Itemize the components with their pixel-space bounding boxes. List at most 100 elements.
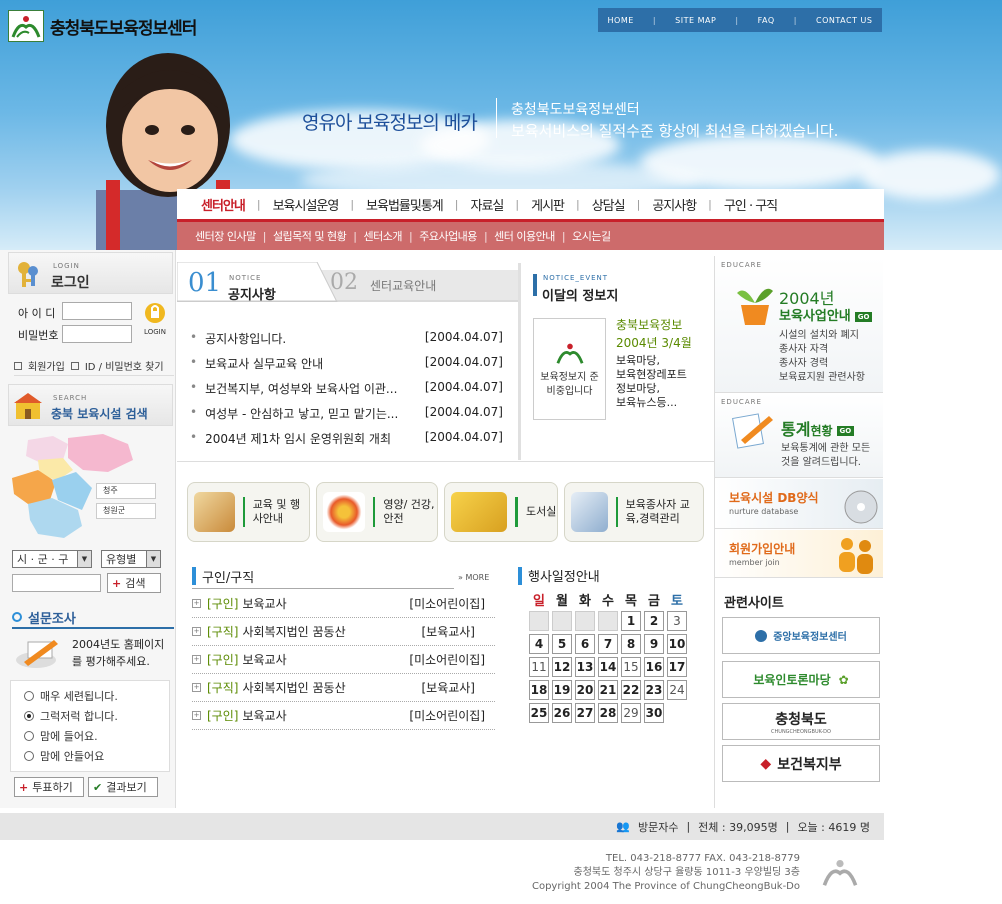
notice-item[interactable]: 보건복지부, 여성부와 보육사업 이관... [2004.04.07] xyxy=(190,380,503,397)
main-nav-center[interactable]: 센터안내 xyxy=(177,195,257,214)
search-button[interactable]: + 검색 xyxy=(107,573,161,593)
calendar-day[interactable]: 28 xyxy=(598,703,618,723)
calendar-day[interactable]: 24 xyxy=(667,680,687,700)
magazine-title[interactable]: 충북보육정보 xyxy=(616,316,682,334)
magazine-thumb[interactable]: 보육정보지 준비중입니다 xyxy=(533,318,606,420)
join-link[interactable]: 회원가입 xyxy=(28,358,65,373)
sub-nav-business[interactable]: 주요사업내용 xyxy=(419,228,477,244)
calendar-day[interactable]: 11 xyxy=(529,657,549,677)
survey-option-4[interactable]: 맘에 안들어요 xyxy=(24,748,104,764)
main-nav-library[interactable]: 자료실 xyxy=(459,195,516,214)
job-item[interactable]: + [구직] 사회복지법인 꿈동산 [보육교사] xyxy=(192,618,495,646)
job-item[interactable]: + [구인] 보육교사 [미소어린이집] xyxy=(192,590,495,618)
calendar-day[interactable]: 5 xyxy=(552,634,572,654)
member-join-box[interactable]: 회원가입안내 member join xyxy=(715,530,883,578)
calendar-day[interactable]: 10 xyxy=(667,634,687,654)
category-career[interactable]: 보육종사자 교육,경력관리 xyxy=(564,482,704,542)
db-sub: nurture database xyxy=(729,507,799,516)
calendar-day[interactable]: 13 xyxy=(575,657,595,677)
site-welfare-ministry[interactable]: ◆ 보건복지부 xyxy=(722,745,880,782)
site-central-center[interactable]: 중앙보육정보센터 xyxy=(722,617,880,654)
statistics-box[interactable]: EDUCARE 통계현황 GO 보육통계에 관한 모든 것을 알려드립니다. xyxy=(715,394,883,478)
sub-nav-directions[interactable]: 오시는길 xyxy=(572,228,611,244)
top-nav-sitemap[interactable]: SITE MAP xyxy=(675,16,716,25)
calendar-day[interactable]: 23 xyxy=(644,680,664,700)
calendar-day[interactable]: 9 xyxy=(644,634,664,654)
site-forum[interactable]: 보육인토론마당 ✿ xyxy=(722,661,880,698)
tab-notice[interactable]: 공지사항 xyxy=(228,284,276,303)
login-button[interactable]: LOGIN xyxy=(141,302,169,342)
notice-item[interactable]: 공지사항입니다. [2004.04.07] xyxy=(190,330,503,347)
calendar-day[interactable]: 25 xyxy=(529,703,549,723)
sub-nav-greeting[interactable]: 센터장 인사말 xyxy=(195,228,256,244)
survey-option-1[interactable]: 매우 세련됩니다. xyxy=(24,688,118,704)
find-id-link[interactable]: ID / 비밀번호 찾기 xyxy=(85,358,164,373)
calendar-day[interactable]: 20 xyxy=(575,680,595,700)
main-nav-counsel[interactable]: 상담실 xyxy=(580,195,637,214)
calendar-day[interactable]: 22 xyxy=(621,680,641,700)
calendar-day[interactable]: 15 xyxy=(621,657,641,677)
go-button[interactable]: GO xyxy=(854,311,873,322)
calendar-day[interactable]: 14 xyxy=(598,657,618,677)
type-select[interactable]: 유형별 ▼ xyxy=(101,550,161,568)
id-input[interactable] xyxy=(62,302,132,320)
result-button[interactable]: ✔ 결과보기 xyxy=(88,777,158,797)
calendar-day[interactable]: 7 xyxy=(598,634,618,654)
map-label-cheongwon[interactable]: 청원군 xyxy=(96,503,156,519)
calendar-day[interactable]: 12 xyxy=(552,657,572,677)
calendar-day[interactable]: 18 xyxy=(529,680,549,700)
sub-nav-purpose[interactable]: 설립목적 및 현황 xyxy=(273,228,347,244)
calendar-day[interactable]: 8 xyxy=(621,634,641,654)
category-education[interactable]: 교육 및 행사안내 xyxy=(187,482,310,542)
map-label-cheongju[interactable]: 청주 xyxy=(96,483,156,499)
top-nav-faq[interactable]: FAQ xyxy=(758,16,775,25)
sub-nav-guide[interactable]: 센터 이용안내 xyxy=(494,228,555,244)
calendar-day[interactable]: 3 xyxy=(667,611,687,631)
region-select[interactable]: 시 · 군 · 구 ▼ xyxy=(12,550,92,568)
calendar-day[interactable]: 17 xyxy=(667,657,687,677)
notice-date: [2004.04.07] xyxy=(424,380,503,394)
calendar-day[interactable]: 4 xyxy=(529,634,549,654)
calendar-day[interactable]: 2 xyxy=(644,611,664,631)
go-button[interactable]: GO xyxy=(836,425,855,436)
main-nav-board[interactable]: 게시판 xyxy=(519,195,576,214)
survey-option-2[interactable]: 그럭저럭 합니다. xyxy=(24,708,118,724)
db-form-box[interactable]: 보육시설 DB양식 nurture database xyxy=(715,479,883,529)
calendar-day[interactable]: 26 xyxy=(552,703,572,723)
notice-item[interactable]: 보육교사 실무교육 안내 [2004.04.07] xyxy=(190,355,503,372)
notice-item[interactable]: 여성부 - 안심하고 낳고, 믿고 맡기는... [2004.04.07] xyxy=(190,405,503,422)
sub-nav-intro[interactable]: 센터소개 xyxy=(364,228,403,244)
calendar-day[interactable]: 6 xyxy=(575,634,595,654)
site-chungbuk[interactable]: 충청북도 CHUNGCHEONGBUK-DO xyxy=(722,703,880,740)
main-nav-notice[interactable]: 공지사항 xyxy=(640,195,708,214)
calendar-day[interactable]: 16 xyxy=(644,657,664,677)
job-title: 사회복지법인 꿈동산 xyxy=(242,625,346,639)
calendar-day[interactable]: 27 xyxy=(575,703,595,723)
calendar-day[interactable]: 19 xyxy=(552,680,572,700)
main-nav-jobs[interactable]: 구인 · 구직 xyxy=(712,195,789,214)
category-nutrition[interactable]: 영양/ 건강,안전 xyxy=(316,482,438,542)
vote-button[interactable]: + 투표하기 xyxy=(14,777,84,797)
jobs-more-link[interactable]: » MORE xyxy=(458,573,489,582)
main-nav-facility[interactable]: 보육시설운영 xyxy=(261,195,351,214)
job-item[interactable]: + [구인] 보육교사 [미소어린이집] xyxy=(192,702,495,730)
job-item[interactable]: + [구직] 사회복지법인 꿈동산 [보육교사] xyxy=(192,674,495,702)
password-input[interactable] xyxy=(62,325,132,343)
top-nav-contact[interactable]: CONTACT US xyxy=(816,16,872,25)
top-nav-home[interactable]: HOME xyxy=(608,16,634,25)
calendar-day[interactable]: 29 xyxy=(621,703,641,723)
cd-icon xyxy=(844,490,878,524)
tab-education[interactable]: 센터교육안내 xyxy=(370,277,436,294)
job-item[interactable]: + [구인] 보육교사 [미소어린이집] xyxy=(192,646,495,674)
category-library[interactable]: 도서실 xyxy=(444,482,558,542)
notice-item[interactable]: 2004년 제1차 임시 운영위원회 개최 [2004.04.07] xyxy=(190,430,503,447)
calendar-day[interactable]: 21 xyxy=(598,680,618,700)
main-nav-law[interactable]: 보육법률및통계 xyxy=(354,195,455,214)
calendar-day[interactable]: 1 xyxy=(621,611,641,631)
survey-option-3[interactable]: 맘에 들어요. xyxy=(24,728,98,744)
business-guide-box[interactable]: EDUCARE 2004년 보육사업안내 GO 시설의 설치와 폐지 종사자 자격… xyxy=(715,257,883,393)
site-name[interactable]: 충청북도보육정보센터 xyxy=(50,14,197,39)
logo-icon[interactable] xyxy=(8,10,44,42)
calendar-day[interactable]: 30 xyxy=(644,703,664,723)
search-input[interactable] xyxy=(12,574,101,592)
